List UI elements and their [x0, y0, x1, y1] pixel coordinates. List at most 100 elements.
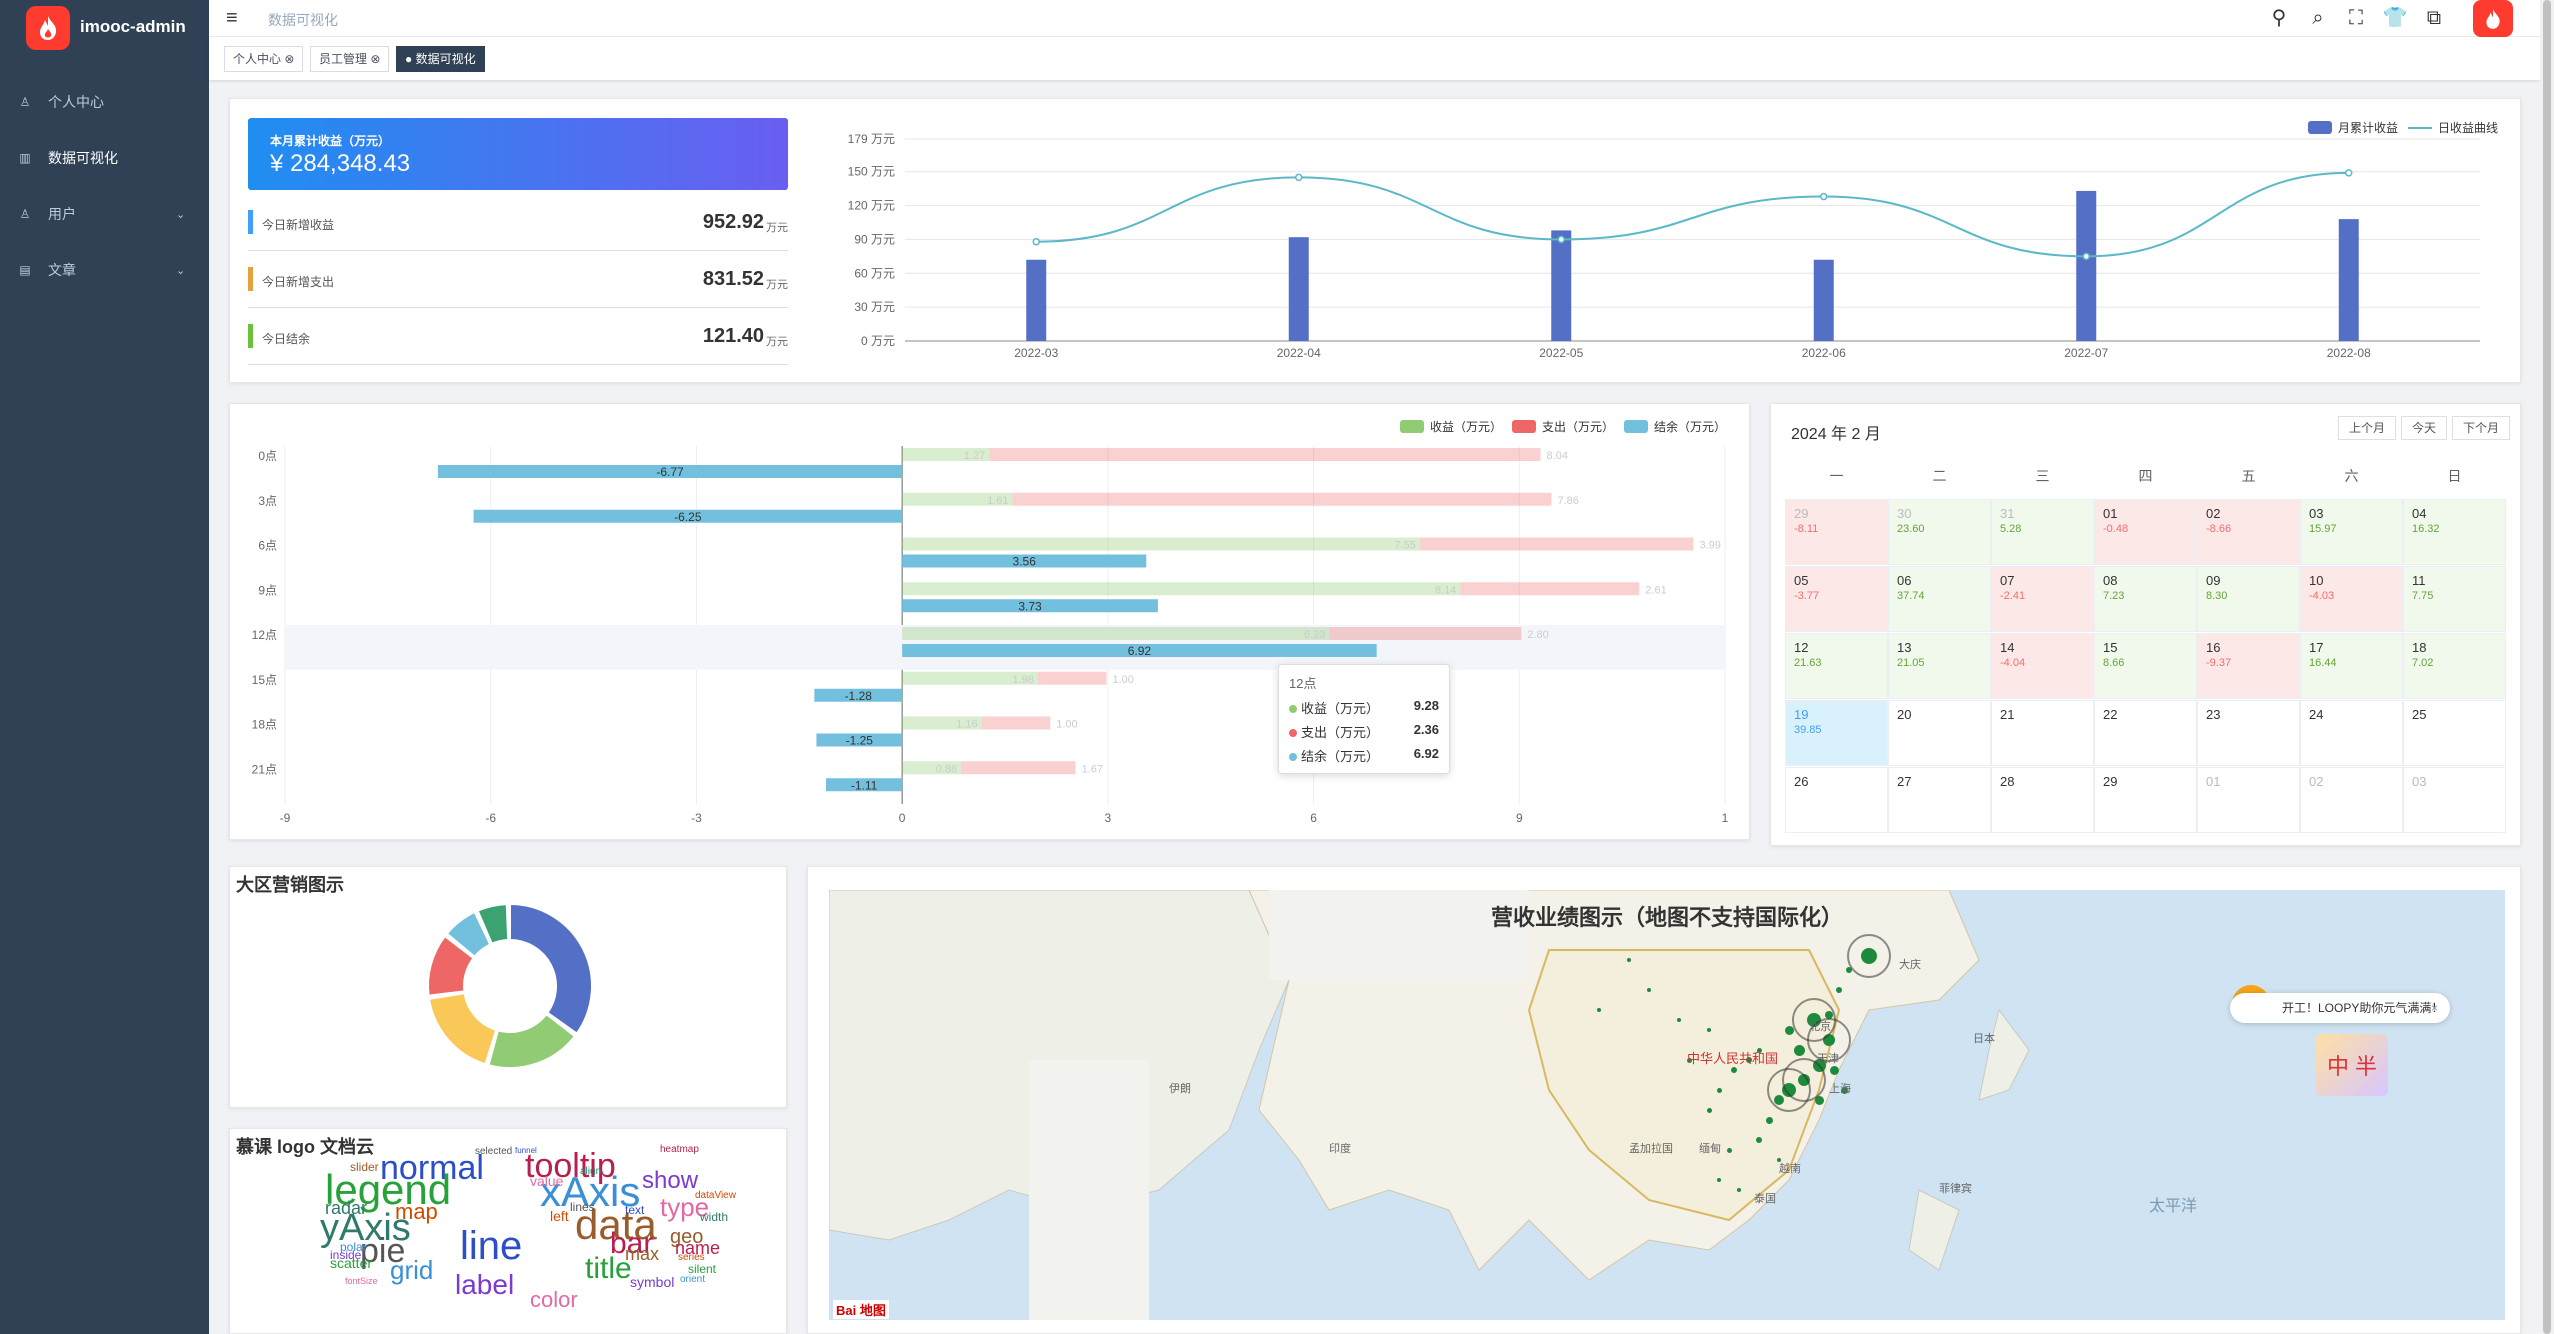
theme-icon[interactable]: 👕 [2381, 4, 2409, 32]
calendar-day[interactable]: 01 -0.48 [2094, 499, 2197, 565]
calendar-day[interactable]: 25 [2403, 700, 2506, 766]
calendar-day[interactable]: 27 [1888, 767, 1991, 833]
calendar-day[interactable]: 29 -8.11 [1785, 499, 1888, 565]
calendar-day[interactable]: 11 7.75 [2403, 566, 2506, 632]
map-label: 越南 [1779, 1163, 1801, 1175]
today-button[interactable]: 今天 [2401, 416, 2448, 440]
map-marker[interactable] [1756, 1137, 1762, 1143]
y-tick-label: 60 万元 [854, 266, 895, 280]
calendar-day[interactable]: 13 21.05 [1888, 633, 1991, 699]
calendar-day[interactable]: 21 [1991, 700, 2094, 766]
map-marker[interactable] [1707, 1028, 1711, 1032]
promo-badge[interactable]: 中 半 [2316, 1034, 2388, 1096]
language-icon[interactable]: ⧉ [2420, 4, 2448, 32]
map-marker[interactable] [1836, 987, 1842, 993]
calendar-day[interactable]: 14 -4.04 [1991, 633, 2094, 699]
y-tick-label: 0点 [258, 449, 277, 463]
sidebar: imooc-admin ♙ 个人中心 ▥ 数据可视化 ♙ 用户 ⌄ ▤ 文章 ⌄ [0, 0, 209, 1334]
sidebar-item-profile[interactable]: ♙ 个人中心 [0, 74, 209, 130]
map-marker[interactable] [1597, 1008, 1601, 1012]
calendar-day[interactable]: 31 5.28 [1991, 499, 2094, 565]
map-label: 伊朗 [1169, 1083, 1191, 1095]
calendar-day[interactable]: 23 [2197, 700, 2300, 766]
calendar-day[interactable]: 24 [2300, 700, 2403, 766]
calendar-day[interactable]: 02 -8.66 [2197, 499, 2300, 565]
map-marker[interactable] [1765, 1116, 1773, 1124]
calendar-day[interactable]: 10 -4.03 [2300, 566, 2403, 632]
day-number: 21 [2000, 707, 2015, 722]
calendar-day[interactable]: 03 [2403, 767, 2506, 833]
calendar-day[interactable]: 02 [2300, 767, 2403, 833]
calendar-day[interactable]: 08 7.23 [2094, 566, 2197, 632]
scrollbar-thumb[interactable] [2543, 0, 2551, 1334]
day-value: 23.60 [1897, 523, 1925, 535]
breadcrumb[interactable]: 数据可视化 [268, 10, 338, 30]
tag-visualization[interactable]: ● 数据可视化 [396, 46, 485, 72]
calendar-day[interactable]: 19 39.85 [1785, 700, 1888, 766]
calendar-day[interactable]: 09 8.30 [2197, 566, 2300, 632]
word: value [530, 1173, 564, 1189]
data-label: 2.80 [1527, 629, 1548, 641]
calendar-day[interactable]: 05 -3.77 [1785, 566, 1888, 632]
y-tick-label: 15点 [252, 673, 277, 687]
map-marker[interactable] [1793, 1044, 1805, 1056]
map-marker[interactable] [1716, 1087, 1722, 1093]
calendar-day[interactable]: 04 16.32 [2403, 499, 2506, 565]
calendar-day[interactable]: 30 23.60 [1888, 499, 1991, 565]
word: grid [390, 1255, 434, 1285]
sidebar-item-article[interactable]: ▤ 文章 ⌄ [0, 242, 209, 298]
word: symbol [630, 1274, 675, 1290]
map-marker[interactable] [1706, 1107, 1712, 1113]
hamburger-icon[interactable]: ≡ [226, 8, 238, 28]
tag-profile[interactable]: 个人中心 ⊗ [224, 46, 304, 72]
map-marker[interactable] [1829, 1065, 1839, 1075]
next-month-button[interactable]: 下个月 [2452, 416, 2511, 440]
calendar-day[interactable]: 28 [1991, 767, 2094, 833]
prev-month-button[interactable]: 上个月 [2338, 416, 2397, 440]
data-label: 8.04 [1547, 450, 1568, 462]
chart-icon: ▥ [19, 151, 31, 165]
calendar-day[interactable]: 22 [2094, 700, 2197, 766]
bar-expense [1037, 671, 1107, 685]
calendar-day[interactable]: 17 16.44 [2300, 633, 2403, 699]
day-number: 13 [1897, 640, 1912, 655]
sidebar-item-label: 个人中心 [48, 94, 104, 110]
map-marker[interactable] [1726, 1147, 1732, 1153]
search-icon[interactable]: ⌕ [2304, 4, 2332, 32]
line-series [1036, 171, 2349, 258]
app-logo-icon[interactable] [26, 6, 70, 50]
calendar-day[interactable]: 12 21.63 [1785, 633, 1888, 699]
calendar-day[interactable]: 15 8.66 [2094, 633, 2197, 699]
guide-icon[interactable]: ⚲ [2265, 4, 2293, 32]
map-marker[interactable] [1731, 1067, 1737, 1073]
close-icon[interactable]: × [2431, 993, 2438, 1023]
tag-staff[interactable]: 员工管理 ⊗ [310, 46, 390, 72]
calendar-day[interactable]: 29 [2094, 767, 2197, 833]
map-marker[interactable] [1737, 1188, 1741, 1192]
sidebar-item-user[interactable]: ♙ 用户 ⌄ [0, 186, 209, 242]
map[interactable]: 营收业绩图示（地图不支持国际化） 大庆 北京 天津 上海 中华人民共和国 太平洋… [829, 890, 2505, 1320]
calendar-day[interactable]: 16 -9.37 [2197, 633, 2300, 699]
scrollbar[interactable] [2540, 0, 2554, 1334]
day-value: 8.30 [2206, 590, 2228, 602]
sidebar-item-visualization[interactable]: ▥ 数据可视化 [0, 130, 209, 186]
data-label: 1.16 [956, 719, 977, 731]
bar-income [902, 537, 1420, 551]
map-marker[interactable] [1677, 1018, 1681, 1022]
fullscreen-icon[interactable]: ⛶ [2342, 4, 2370, 32]
word: slider [350, 1160, 379, 1174]
map-marker[interactable] [1647, 988, 1651, 992]
calendar-day[interactable]: 20 [1888, 700, 1991, 766]
word: color [530, 1287, 578, 1312]
calendar-day[interactable]: 06 37.74 [1888, 566, 1991, 632]
promo-banner[interactable]: 开工！LOOPY助你元气满满！ × [2230, 993, 2450, 1023]
avatar[interactable] [2473, 0, 2513, 37]
calendar-day[interactable]: 01 [2197, 767, 2300, 833]
calendar-day[interactable]: 03 15.97 [2300, 499, 2403, 565]
calendar-day[interactable]: 26 [1785, 767, 1888, 833]
calendar-day[interactable]: 07 -2.41 [1991, 566, 2094, 632]
calendar-day[interactable]: 18 7.02 [2403, 633, 2506, 699]
map-marker[interactable] [1627, 958, 1631, 962]
bar-expense [1419, 537, 1694, 551]
map-marker[interactable] [1717, 1178, 1721, 1182]
